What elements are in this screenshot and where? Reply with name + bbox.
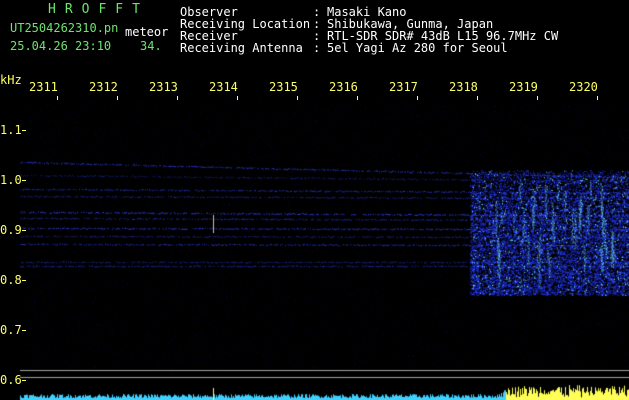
freq-unit-label: kHz — [0, 73, 22, 87]
type-label: meteor — [125, 25, 169, 39]
time-tick-mark — [117, 96, 118, 100]
time-tick-label: 2317 — [389, 80, 418, 94]
time-tick-mark — [417, 96, 418, 100]
antenna-separator: : — [313, 41, 321, 55]
time-tick-mark — [297, 96, 298, 100]
antenna-value: 5el Yagi Az 280 for Seoul — [327, 41, 508, 55]
time-tick-label: 2311 — [29, 80, 58, 94]
time-tick-label: 2319 — [509, 80, 538, 94]
time-tick-label: 2320 — [569, 80, 598, 94]
freq-tick-mark — [22, 230, 26, 231]
time-tick-label: 2315 — [269, 80, 298, 94]
time-tick-mark — [57, 96, 58, 100]
time-tick-mark — [177, 96, 178, 100]
freq-tick-mark — [22, 130, 26, 131]
time-tick-mark — [237, 96, 238, 100]
time-tick-mark — [537, 96, 538, 100]
freq-tick-label: 0.7 — [0, 323, 22, 337]
time-tick-label: 2318 — [449, 80, 478, 94]
time-tick-label: 2314 — [209, 80, 238, 94]
time-tick-label: 2313 — [149, 80, 178, 94]
freq-tick-label: 0.9 — [0, 223, 22, 237]
freq-tick-label: 0.6 — [0, 373, 22, 387]
freq-tick-mark — [22, 180, 26, 181]
antenna-label: Receiving Antenna — [180, 41, 303, 55]
freq-tick-label: 1.0 — [0, 173, 22, 187]
freq-tick-label: 1.1 — [0, 123, 22, 137]
freq-tick-mark — [22, 280, 26, 281]
timestamp-label: 25.04.26 23:10 — [10, 39, 112, 53]
time-tick-label: 2316 — [329, 80, 358, 94]
freq-tick-mark — [22, 380, 26, 381]
time-tick-mark — [357, 96, 358, 100]
time-tick-mark — [597, 96, 598, 100]
spectrogram-canvas — [0, 0, 629, 400]
filename-label: UT2504262310.pn — [10, 21, 119, 35]
counter-label: 34. — [140, 39, 162, 53]
time-tick-label: 2312 — [89, 80, 118, 94]
brand-title: HROFFT — [48, 2, 149, 17]
freq-tick-mark — [22, 330, 26, 331]
freq-tick-label: 0.8 — [0, 273, 22, 287]
time-tick-mark — [477, 96, 478, 100]
